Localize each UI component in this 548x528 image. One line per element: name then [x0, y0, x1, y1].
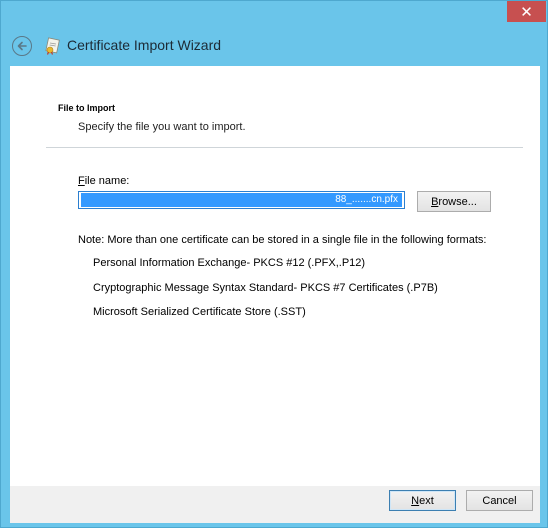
browse-button[interactable]: Browse...	[417, 191, 491, 212]
close-button[interactable]: ✕	[507, 1, 546, 22]
file-name-input[interactable]: 88_.......cn.pfx	[78, 191, 405, 209]
back-arrow-icon	[17, 41, 27, 51]
title-bar: Certificate Import Wizard	[2, 25, 548, 65]
certificate-icon	[45, 37, 60, 55]
format-item: Cryptographic Message Syntax Standard- P…	[93, 282, 438, 294]
button-bar: Next Cancel	[10, 486, 540, 523]
browse-button-accel: B	[431, 195, 439, 208]
back-button[interactable]	[12, 36, 32, 56]
page-title: File to Import	[58, 103, 115, 113]
file-name-label-accel: F	[78, 175, 85, 187]
wizard-window: ✕ Certificate Import Wizard File to Impo…	[0, 0, 548, 528]
formats-note: Note: More than one certificate can be s…	[78, 234, 487, 246]
next-button-rest: ext	[419, 494, 434, 507]
divider	[46, 147, 523, 148]
file-name-label: File name:	[78, 175, 129, 187]
cancel-button[interactable]: Cancel	[466, 490, 533, 511]
cancel-button-label: Cancel	[482, 494, 517, 507]
wizard-content: File to Import Specify the file you want…	[10, 66, 540, 486]
file-name-value: 88_.......cn.pfx	[81, 193, 402, 207]
format-item: Microsoft Serialized Certificate Store (…	[93, 306, 306, 318]
page-subtitle: Specify the file you want to import.	[78, 121, 246, 133]
window-title: Certificate Import Wizard	[67, 37, 222, 53]
format-item: Personal Information Exchange- PKCS #12 …	[93, 257, 366, 269]
browse-button-rest: rowse...	[438, 195, 477, 208]
next-button[interactable]: Next	[389, 490, 456, 511]
close-icon: ✕	[520, 2, 533, 21]
next-button-accel: N	[411, 494, 420, 507]
file-name-label-rest: ile name:	[84, 175, 130, 187]
